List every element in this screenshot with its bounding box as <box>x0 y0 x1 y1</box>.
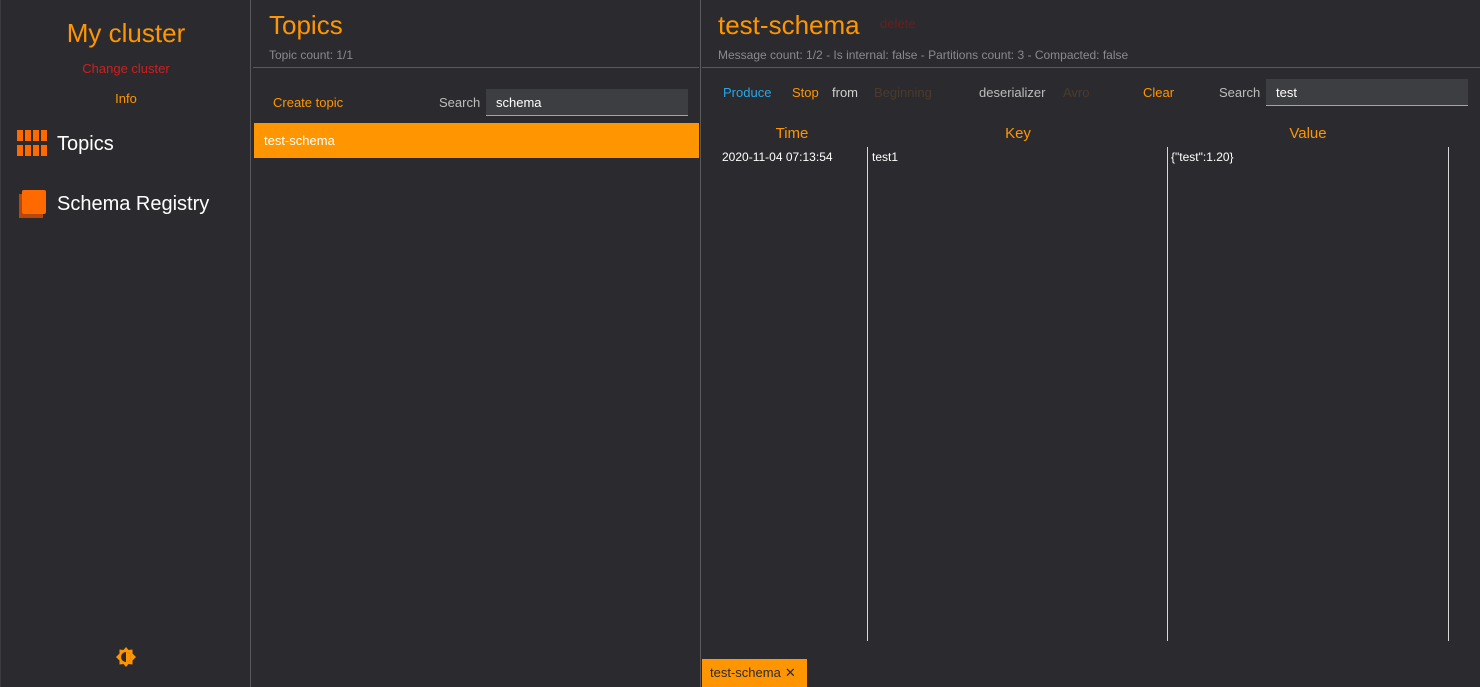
tab-label: test-schema <box>710 665 781 680</box>
deserializer-select[interactable]: Avro <box>1063 85 1090 100</box>
deserializer-label: deserializer <box>979 85 1046 100</box>
sidebar-item-label: Topics <box>57 132 114 155</box>
cluster-name: My cluster <box>66 18 186 48</box>
schema-registry-icon <box>17 189 47 219</box>
column-header-time[interactable]: Time <box>742 125 842 142</box>
divider <box>253 67 699 68</box>
info-link[interactable]: Info <box>1 91 251 106</box>
topic-search-label: Search <box>439 95 481 110</box>
topic-count: Topic count: 1/1 <box>269 48 354 62</box>
column-divider[interactable] <box>1167 147 1168 641</box>
topics-panel: Topics Topic count: 1/1 Create topic Sea… <box>251 0 701 687</box>
close-icon[interactable]: ✕ <box>785 659 796 687</box>
from-label: from <box>832 85 858 100</box>
topics-title: Topics <box>269 10 343 40</box>
message-time: 2020-11-04 07:13:54 <box>722 150 833 164</box>
divider <box>702 67 1480 68</box>
topic-list-item[interactable]: test-schema <box>254 123 699 158</box>
sidebar: My cluster Change cluster Info Topics Sc… <box>0 0 251 687</box>
topics-icon <box>17 130 47 158</box>
change-cluster-link[interactable]: Change cluster <box>1 61 251 76</box>
produce-button[interactable]: Produce <box>723 85 771 100</box>
sidebar-item-topics[interactable]: Topics <box>17 130 114 158</box>
message-key: test1 <box>872 150 899 164</box>
message-value: {"test":1.20} <box>1171 150 1234 164</box>
app-root: My cluster Change cluster Info Topics Sc… <box>0 0 1480 687</box>
column-header-key[interactable]: Key <box>968 125 1068 142</box>
column-divider[interactable] <box>867 147 868 641</box>
open-topic-tab[interactable]: test-schema ✕ <box>702 659 807 687</box>
column-divider[interactable] <box>1448 147 1449 641</box>
sidebar-item-schema-registry[interactable]: Schema Registry <box>17 189 209 219</box>
from-select[interactable]: Beginning <box>874 85 932 100</box>
message-search-input[interactable] <box>1266 79 1468 106</box>
message-search-label: Search <box>1219 85 1261 100</box>
clear-button[interactable]: Clear <box>1143 85 1174 100</box>
sidebar-item-label: Schema Registry <box>57 192 210 215</box>
topic-summary: Message count: 1/2 - Is internal: false … <box>718 48 1129 62</box>
theme-toggle-icon[interactable] <box>116 647 136 667</box>
topic-detail-panel: test-schema delete Message count: 1/2 - … <box>702 0 1480 687</box>
create-topic-button[interactable]: Create topic <box>273 95 343 110</box>
column-header-value[interactable]: Value <box>1258 125 1358 142</box>
topic-title: test-schema <box>718 10 860 40</box>
topic-search-input[interactable] <box>486 89 688 116</box>
delete-topic-button[interactable]: delete <box>880 16 915 31</box>
stop-button[interactable]: Stop <box>792 85 819 100</box>
